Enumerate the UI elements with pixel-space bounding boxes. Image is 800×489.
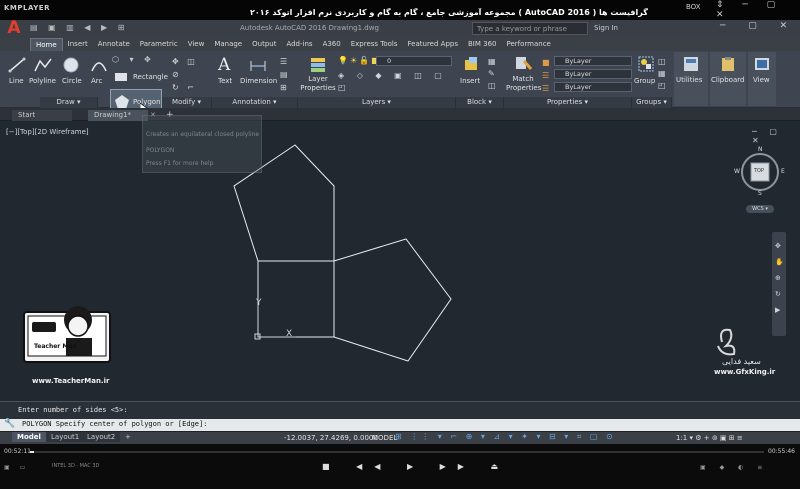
gfxking-url: www.GfxKing.ir <box>714 368 776 376</box>
tooltip-help: Press F1 for more help <box>146 160 214 167</box>
compass-north: N <box>758 146 763 153</box>
elapsed-time: 00:52:11 <box>4 448 31 455</box>
drafting-settings-icons[interactable]: ⊞ ⋮⋮ ▾ ⌐ ⊕ ▾ ⊿ ▾ ✦ ▾ ⊟ ▾ ⌗ ▢ ⊙ <box>395 432 616 442</box>
total-time: 00:55:46 <box>768 448 795 455</box>
compass-west: W <box>734 168 740 175</box>
seek-progress <box>30 451 34 453</box>
ucs-x-label: X <box>286 329 292 339</box>
layout-tab-model[interactable]: Model <box>12 432 46 442</box>
navbar-tools[interactable]: ✥ ✋ ⊕ ↻ ▶ <box>775 238 784 318</box>
command-prompt[interactable]: POLYGON Specify center of polygon or [Ed… <box>22 420 207 428</box>
annotation-scale[interactable]: 1:1 ▾ ⚙ + ⊚ ▣ ⊞ ≡ <box>676 434 743 442</box>
svg-text:سعید فدایی: سعید فدایی <box>722 357 761 366</box>
viewcube-top-face[interactable]: TOP <box>754 168 764 174</box>
model-space-button[interactable]: MODEL <box>372 434 397 442</box>
transport-controls[interactable]: ■ ◀◀ ▶ ▶▶ ⏏ <box>322 462 510 471</box>
teacherman-url: www.TeacherMan.ir <box>32 377 110 385</box>
ucs-y-label: Y <box>255 298 262 308</box>
coordinates-readout[interactable]: -12.0037, 27.4269, 0.0000 <box>284 434 378 442</box>
command-history-text: Enter number of sides <5>: <box>18 406 128 414</box>
tooltip-description: Creates an equilateral closed polyline <box>146 131 260 138</box>
right-pentagon <box>333 238 452 362</box>
compass-south: S <box>758 190 762 197</box>
add-layout-button[interactable]: + <box>120 432 136 442</box>
player-right-tools[interactable]: ▣ ◆ ◐ ≡ <box>700 464 768 471</box>
customize-icon[interactable]: 🔧 <box>4 419 15 429</box>
codec-badges: INTEL 3D · MAC 3D <box>52 463 100 469</box>
wcs-menu[interactable]: WCS ▾ <box>746 205 774 213</box>
compass-east: E <box>781 168 785 175</box>
navigation-bar[interactable]: ✥ ✋ ⊕ ↻ ▶ <box>772 232 786 336</box>
svg-text:Teacher Man: Teacher Man <box>34 343 77 350</box>
player-left-tools[interactable]: ▣ ▭ <box>4 464 29 471</box>
teacherman-logo: Teacher Man <box>23 306 111 363</box>
gfxking-logo: سعید فدایی <box>717 328 761 366</box>
square <box>257 260 335 338</box>
layout-tab-layout2[interactable]: Layout2 <box>82 432 121 442</box>
tooltip-command: POLYGON <box>146 147 175 154</box>
layout-tab-layout1[interactable]: Layout1 <box>46 432 85 442</box>
seek-bar[interactable] <box>30 451 764 453</box>
